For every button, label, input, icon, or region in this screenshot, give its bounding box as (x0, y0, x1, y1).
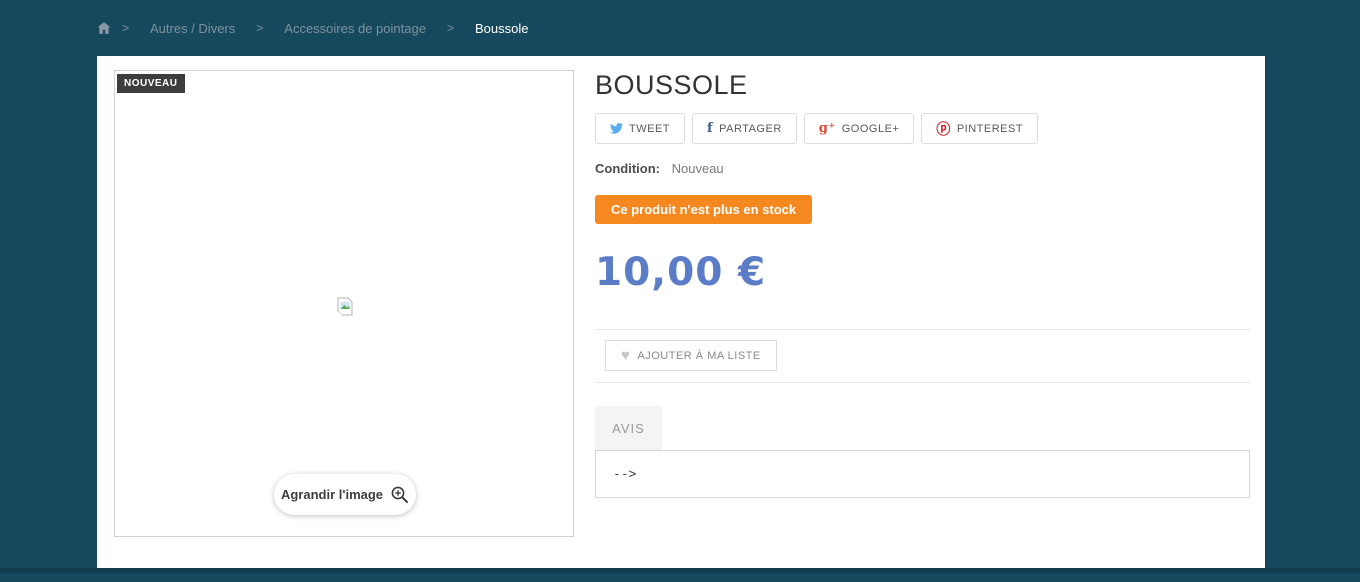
availability-status-badge: Ce produit n'est plus en stock (595, 195, 813, 224)
divider (595, 329, 1250, 330)
condition-row: Condition: Nouveau (595, 161, 724, 176)
product-price: 10,00 € (595, 250, 767, 295)
product-page-panel: NOUVEAU Agrandir l'image BOUSSOLE TWEET … (97, 56, 1265, 568)
pinterest-button[interactable]: ⓟ PINTEREST (921, 113, 1039, 144)
condition-label: Condition: (595, 161, 660, 176)
pinterest-icon: ⓟ (936, 120, 951, 137)
twitter-icon (610, 123, 623, 134)
home-icon[interactable] (97, 21, 111, 35)
add-to-wishlist-label: AJOUTER À MA LISTE (637, 349, 761, 362)
breadcrumb-separator: > (122, 21, 130, 35)
breadcrumb-item-current: Boussole (474, 20, 529, 36)
partager-button-label: PARTAGER (719, 122, 782, 135)
enlarge-image-label: Agrandir l'image (280, 487, 384, 502)
enlarge-image-button[interactable]: Agrandir l'image (274, 474, 416, 515)
broken-image-icon (337, 297, 353, 316)
social-share-row: TWEET f PARTAGER g⁺ GOOGLE+ ⓟ PINTEREST (595, 113, 1039, 144)
breadcrumb-item-autres-divers[interactable]: Autres / Divers (140, 21, 245, 36)
google-plus-icon: g⁺ (818, 121, 836, 136)
tweet-button-label: TWEET (629, 122, 670, 135)
partager-button[interactable]: f PARTAGER (692, 113, 797, 144)
reviews-panel: --> (595, 450, 1250, 498)
condition-value: Nouveau (671, 161, 724, 176)
google-plus-button-label: GOOGLE+ (841, 122, 900, 135)
facebook-icon: f (707, 121, 714, 136)
new-product-badge: NOUVEAU (117, 74, 185, 93)
footer-shadow-strip (0, 568, 1360, 573)
breadcrumb: > Autres / Divers > Accessoires de point… (97, 0, 538, 56)
breadcrumb-item-accessoires-de-pointage[interactable]: Accessoires de pointage (274, 21, 436, 36)
add-to-wishlist-button[interactable]: ♥ AJOUTER À MA LISTE (605, 340, 777, 371)
zoom-in-icon (391, 486, 409, 503)
tab-avis[interactable]: AVIS (595, 406, 662, 450)
product-image-frame: NOUVEAU Agrandir l'image (114, 70, 574, 537)
reviews-panel-text: --> (613, 466, 637, 482)
tweet-button[interactable]: TWEET (595, 113, 685, 144)
breadcrumb-separator: > (256, 21, 264, 35)
pinterest-button-label: PINTEREST (956, 122, 1024, 135)
product-title: BOUSSOLE (595, 70, 748, 100)
heart-icon: ♥ (621, 347, 631, 364)
breadcrumb-separator: > (446, 21, 454, 35)
divider (595, 382, 1250, 383)
google-plus-button[interactable]: g⁺ GOOGLE+ (803, 113, 915, 144)
